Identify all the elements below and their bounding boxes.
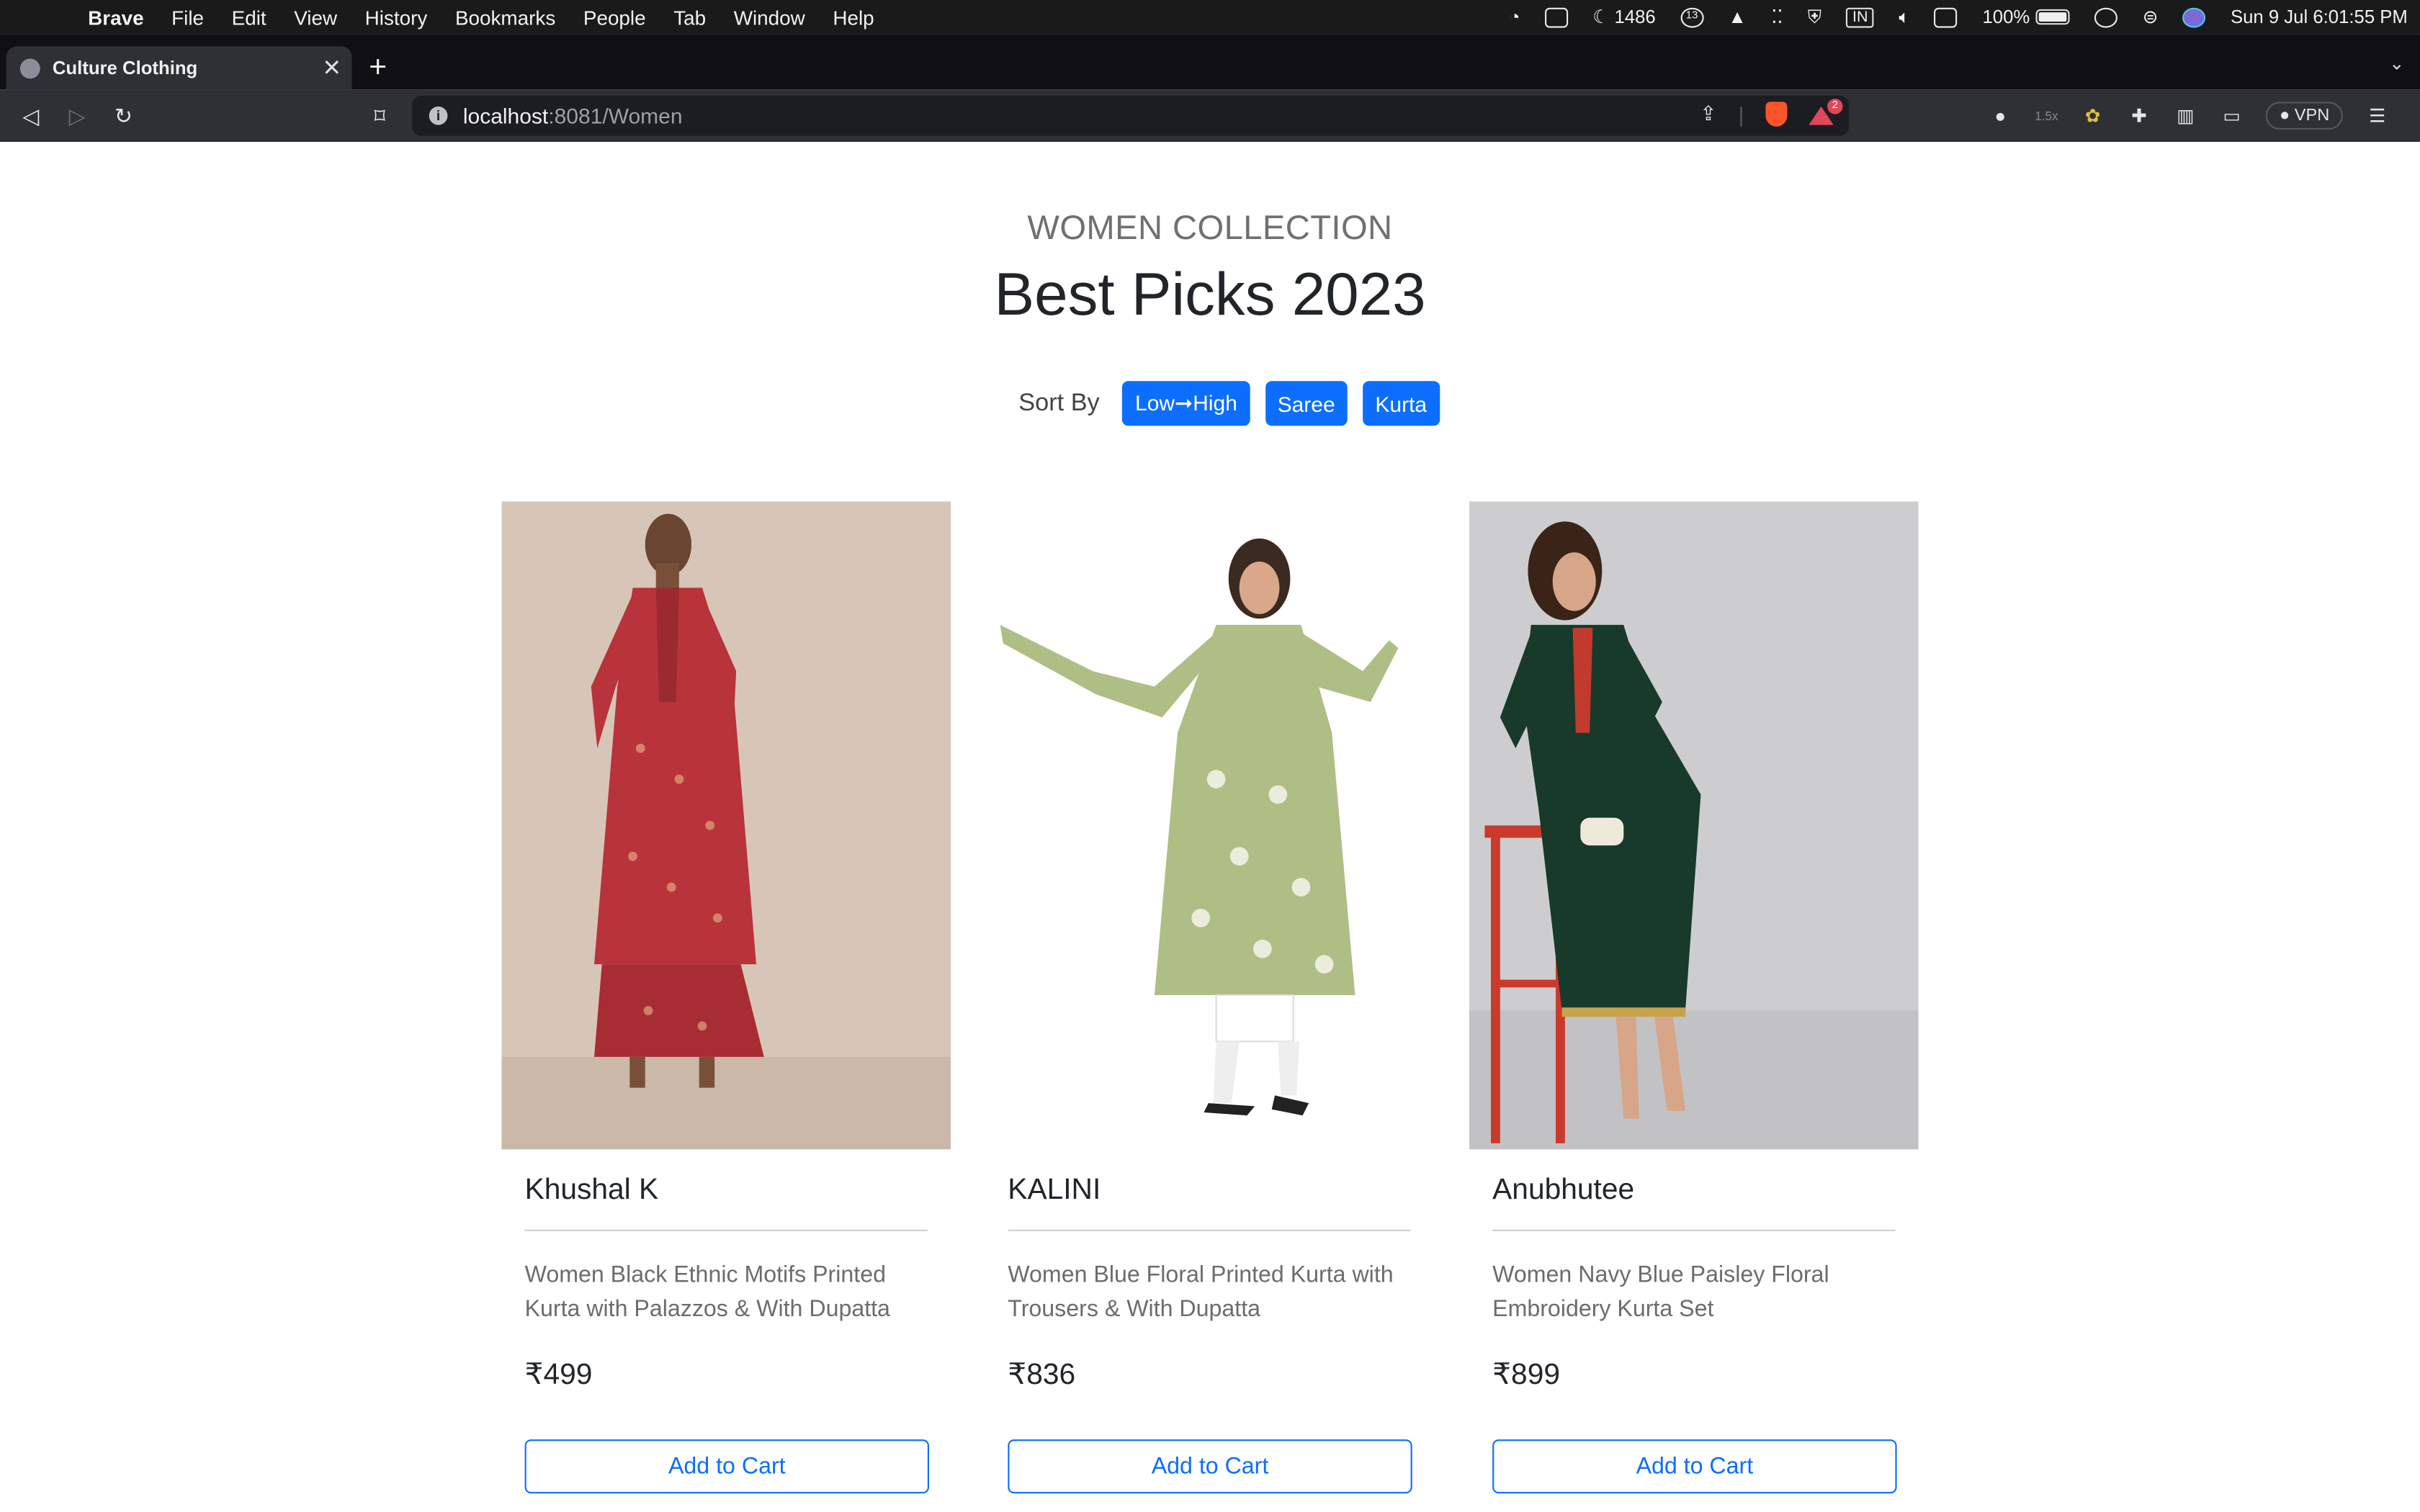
clock[interactable]: Sun 9 Jul 6:01:55 PM bbox=[2218, 6, 2420, 28]
product-card: Anubhutee Women Navy Blue Paisley Floral… bbox=[1469, 501, 1919, 1494]
url-path: :8081/Women bbox=[548, 103, 683, 128]
filter-kurta-button[interactable]: Kurta bbox=[1363, 381, 1440, 426]
moon-count: 1486 bbox=[1614, 6, 1656, 28]
sort-label: Sort By bbox=[1018, 390, 1100, 416]
notification-icon[interactable]: 13 bbox=[1668, 6, 1716, 27]
reload-button[interactable]: ↻ bbox=[100, 103, 146, 129]
product-description: Women Navy Blue Paisley Floral Embroider… bbox=[1492, 1261, 1829, 1323]
control-center-icon[interactable]: ⊜ bbox=[2130, 6, 2171, 28]
zoom-extension[interactable]: 1.5x bbox=[2034, 109, 2058, 122]
macos-menu-bar: Brave File Edit View History Bookmarks P… bbox=[0, 0, 2420, 35]
page-title: Best Picks 2023 bbox=[994, 262, 1426, 329]
menu-hamburger-icon[interactable]: ☰ bbox=[2365, 105, 2390, 127]
grid-dots-icon[interactable]: ⁚⁚ bbox=[1759, 6, 1796, 28]
site-info-icon[interactable]: i bbox=[429, 106, 448, 125]
tab-strip: Culture Clothing ✕ + ⌄ bbox=[0, 34, 2420, 90]
divider bbox=[524, 1229, 928, 1231]
brave-rewards-icon[interactable]: 2 bbox=[1809, 99, 1843, 125]
shield-icon[interactable]: ⛨ bbox=[1796, 6, 1834, 29]
keyboard-label: IN bbox=[1846, 6, 1875, 27]
product-brand: Anubhutee bbox=[1492, 1174, 1635, 1207]
product-price: ₹899 bbox=[1492, 1359, 1560, 1392]
sort-low-high-button[interactable]: Low➞High bbox=[1122, 381, 1250, 426]
display-icon[interactable] bbox=[1922, 6, 1970, 27]
tab-title: Culture Clothing bbox=[52, 57, 198, 79]
volume-icon[interactable]: 🔈︎ bbox=[1886, 6, 1922, 29]
back-button[interactable]: ◁ bbox=[8, 103, 54, 129]
sort-bar: Sort By Low➞High Saree Kurta bbox=[1018, 381, 1454, 426]
battery-status[interactable]: 100% bbox=[1970, 6, 2082, 28]
keyboard-input-source[interactable]: IN bbox=[1834, 6, 1886, 27]
extensions-area: ● 1.5x ✿ ✚ ▥ ▭ ● VPN ☰ bbox=[1988, 89, 2390, 142]
battery-percent: 100% bbox=[1982, 6, 2030, 28]
share-icon[interactable]: ⇪ bbox=[1700, 102, 1716, 126]
gauge-icon[interactable]: ◔ bbox=[1497, 6, 1533, 28]
extensions-puzzle-icon[interactable]: ✚ bbox=[2127, 105, 2151, 127]
address-bar[interactable]: i localhost:8081/Women ⇪ | 2 bbox=[412, 95, 1850, 136]
wallet-icon[interactable]: ▭ bbox=[2219, 105, 2244, 127]
menu-app-name[interactable]: Brave bbox=[74, 6, 158, 29]
siri-icon[interactable] bbox=[2170, 6, 2218, 27]
url-host: localhost bbox=[462, 103, 549, 128]
window-icon[interactable] bbox=[1533, 6, 1580, 27]
vlc-cone-icon[interactable]: ▲ bbox=[1716, 6, 1759, 28]
menu-view[interactable]: View bbox=[280, 6, 351, 29]
product-description: Women Black Ethnic Motifs Printed Kurta … bbox=[524, 1261, 890, 1323]
add-to-cart-button[interactable]: Add to Cart bbox=[1008, 1439, 1412, 1494]
product-image[interactable] bbox=[985, 501, 1434, 1150]
filter-saree-button[interactable]: Saree bbox=[1265, 381, 1348, 426]
menu-bookmarks[interactable]: Bookmarks bbox=[442, 6, 570, 29]
rewards-badge: 2 bbox=[1827, 99, 1843, 114]
status-area: ◔ ☾ 1486 13 ▲ ⁚⁚ ⛨ IN 🔈︎ 100% ⊜ Sun 9 Ju… bbox=[1497, 0, 2420, 34]
notification-badge: 13 bbox=[1680, 6, 1704, 27]
product-price: ₹499 bbox=[524, 1359, 593, 1392]
add-to-cart-button[interactable]: Add to Cart bbox=[524, 1439, 929, 1494]
brave-shields-icon[interactable] bbox=[1765, 102, 1788, 127]
divider bbox=[1008, 1229, 1411, 1231]
menu-help[interactable]: Help bbox=[819, 6, 888, 29]
extension-grey-icon[interactable]: ● bbox=[1988, 105, 2012, 127]
vpn-button[interactable]: ● VPN bbox=[2265, 102, 2344, 130]
bookmark-icon[interactable]: ⌑ bbox=[357, 103, 403, 129]
vpn-label: VPN bbox=[2294, 106, 2330, 125]
product-image[interactable] bbox=[1469, 501, 1919, 1150]
collection-label: WOMEN COLLECTION bbox=[1027, 208, 1393, 247]
menu-edit[interactable]: Edit bbox=[218, 6, 280, 29]
moon-status[interactable]: ☾ 1486 bbox=[1580, 6, 1668, 28]
product-description: Women Blue Floral Printed Kurta with Tro… bbox=[1008, 1261, 1394, 1323]
menu-tab[interactable]: Tab bbox=[660, 6, 720, 29]
forward-button[interactable]: ▷ bbox=[54, 103, 100, 129]
battery-icon bbox=[2035, 9, 2070, 25]
product-price: ₹836 bbox=[1008, 1359, 1076, 1392]
tab-culture-clothing[interactable]: Culture Clothing ✕ bbox=[6, 46, 352, 90]
menu-people[interactable]: People bbox=[570, 6, 660, 29]
menu-history[interactable]: History bbox=[351, 6, 441, 29]
sidebar-toggle-icon[interactable]: ▥ bbox=[2173, 105, 2197, 127]
page-content: WOMEN COLLECTION Best Picks 2023 Sort By… bbox=[0, 142, 2420, 1512]
product-card: KALINI Women Blue Floral Printed Kurta w… bbox=[985, 501, 1434, 1494]
menu-file[interactable]: File bbox=[158, 6, 218, 29]
browser-toolbar: ◁ ▷ ↻ ⌑ i localhost:8081/Women ⇪ | 2 ● 1… bbox=[0, 89, 2420, 143]
product-brand: Khushal K bbox=[524, 1174, 659, 1207]
product-image[interactable] bbox=[501, 501, 951, 1150]
user-icon[interactable] bbox=[2082, 6, 2130, 27]
add-to-cart-button[interactable]: Add to Cart bbox=[1492, 1439, 1897, 1494]
new-tab-button[interactable]: + bbox=[369, 46, 387, 89]
menu-window[interactable]: Window bbox=[720, 6, 819, 29]
product-brand: KALINI bbox=[1008, 1174, 1101, 1207]
color-wheel-extension-icon[interactable]: ✿ bbox=[2081, 105, 2105, 127]
close-tab-icon[interactable]: ✕ bbox=[318, 54, 346, 81]
product-card: Khushal K Women Black Ethnic Motifs Prin… bbox=[501, 501, 951, 1494]
divider bbox=[1492, 1229, 1896, 1231]
globe-icon bbox=[19, 58, 40, 78]
chevron-down-icon[interactable]: ⌄ bbox=[2389, 53, 2405, 74]
